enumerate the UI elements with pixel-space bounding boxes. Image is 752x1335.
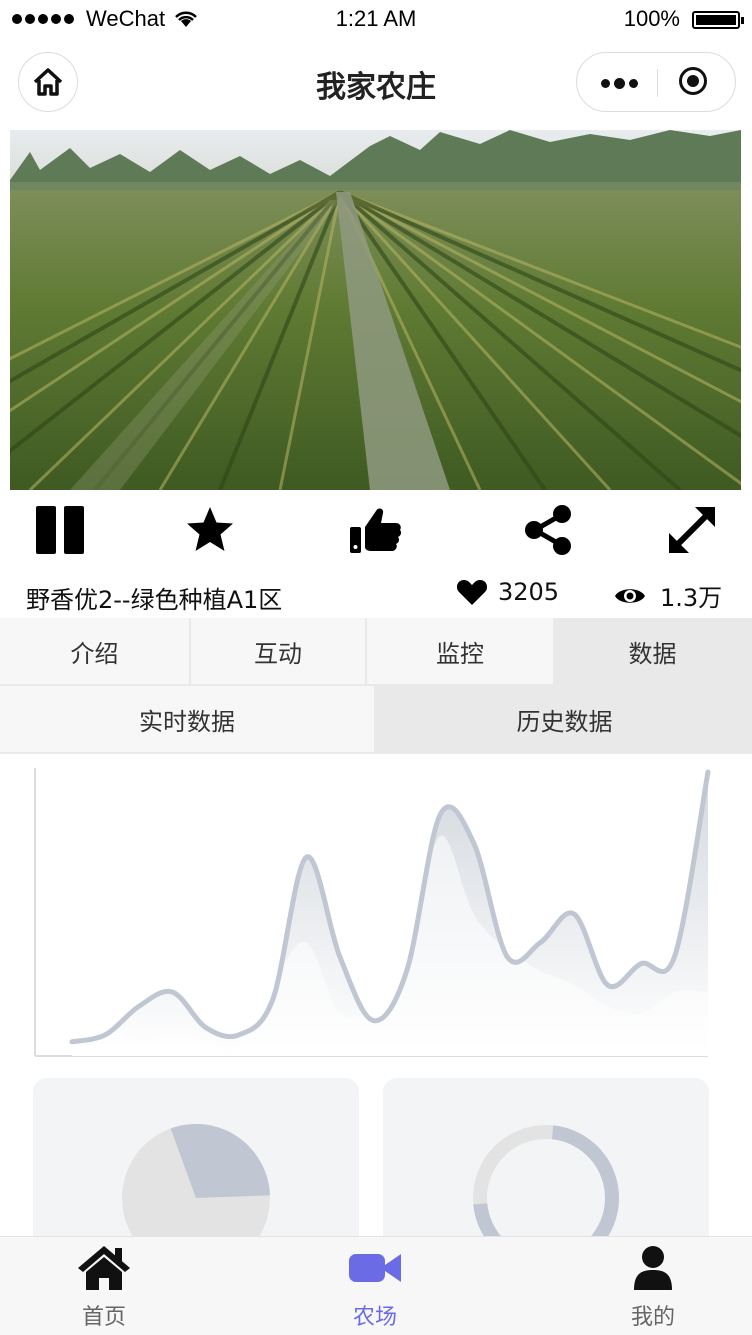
expand-icon bbox=[669, 507, 715, 553]
video-controls bbox=[0, 496, 752, 562]
tabbar-farm-label: 农场 bbox=[352, 1305, 397, 1330]
thumbs-up-icon bbox=[350, 508, 402, 553]
bottom-tab-bar: 首页 农场 我的 bbox=[0, 1236, 752, 1335]
views-count: 1.3万 bbox=[614, 578, 722, 613]
user-icon bbox=[634, 1246, 672, 1290]
battery-icon bbox=[692, 11, 744, 29]
farm-video[interactable] bbox=[10, 130, 741, 490]
pause-button[interactable] bbox=[30, 500, 90, 560]
tabbar-mine-label: 我的 bbox=[630, 1305, 675, 1330]
main-tabs: 介绍 互动 监控 数据 bbox=[0, 618, 752, 686]
eye-icon bbox=[615, 588, 645, 603]
star-icon bbox=[187, 507, 233, 551]
data-subtabs: 实时数据 历史数据 bbox=[0, 686, 752, 754]
tabbar-home[interactable]: 首页 bbox=[34, 1237, 174, 1335]
video-camera-icon bbox=[349, 1254, 401, 1282]
more-button[interactable] bbox=[601, 78, 638, 89]
likes-value: 3205 bbox=[498, 578, 560, 606]
pause-icon bbox=[36, 506, 84, 554]
history-area-chart bbox=[0, 754, 752, 1074]
favorite-button[interactable] bbox=[180, 500, 240, 560]
nav-bar: 我家农庄 bbox=[0, 40, 752, 126]
tab-history-data[interactable]: 历史数据 bbox=[377, 686, 752, 752]
tab-interaction[interactable]: 互动 bbox=[191, 618, 365, 684]
rice-field-image bbox=[10, 130, 741, 490]
area-chart-svg bbox=[34, 768, 711, 1057]
tabbar-mine[interactable]: 我的 bbox=[583, 1237, 723, 1335]
close-miniprogram-button[interactable] bbox=[679, 67, 707, 95]
capsule-divider bbox=[657, 69, 658, 97]
tabbar-farm[interactable]: 农场 bbox=[305, 1237, 445, 1335]
tab-monitor[interactable]: 监控 bbox=[367, 618, 553, 684]
likes-count: 3205 bbox=[456, 578, 559, 606]
views-value: 1.3万 bbox=[660, 584, 723, 612]
heart-icon bbox=[456, 580, 488, 605]
tab-realtime-data[interactable]: 实时数据 bbox=[0, 686, 374, 752]
status-bar: WeChat 1:21 AM 100% bbox=[0, 0, 752, 40]
house-icon bbox=[78, 1246, 130, 1290]
like-button[interactable] bbox=[345, 500, 405, 560]
share-button[interactable] bbox=[518, 500, 578, 560]
field-name: 野香优2--绿色种植A1区 bbox=[26, 586, 283, 614]
tab-data[interactable]: 数据 bbox=[555, 618, 750, 684]
miniprogram-capsule bbox=[576, 52, 736, 112]
fullscreen-button[interactable] bbox=[662, 500, 722, 560]
tabbar-home-label: 首页 bbox=[81, 1305, 126, 1330]
battery-percent: 100% bbox=[623, 6, 680, 31]
field-info: 野香优2--绿色种植A1区 3205 1.3万 bbox=[0, 570, 752, 616]
tab-intro[interactable]: 介绍 bbox=[0, 618, 189, 684]
share-icon bbox=[525, 505, 571, 555]
